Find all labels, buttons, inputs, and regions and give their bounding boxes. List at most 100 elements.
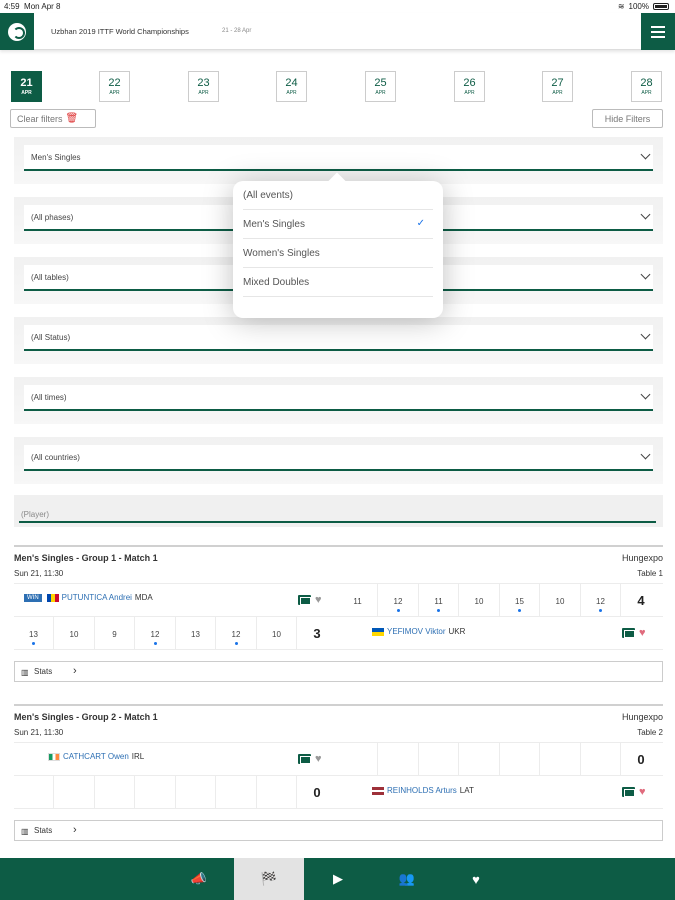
empty-score-cell [14,776,54,808]
day-tab-21[interactable]: 21 APR [11,71,42,102]
player-country: MDA [134,593,153,602]
h2h-card-icon[interactable] [298,595,311,605]
hamburger-menu-icon[interactable] [641,13,675,50]
empty-score-cell [257,776,297,808]
wifi-icon: ≋ [617,2,625,11]
game-score-cell: 10 [541,584,581,616]
heart-icon[interactable]: ♥ [441,858,511,900]
day-month: APR [552,90,563,96]
player-search-input[interactable]: (Player) [19,501,656,523]
h2h-card-icon[interactable] [622,787,635,797]
play-icon[interactable]: ▶ [303,858,373,900]
game-score-cell: 13 [176,617,216,649]
divider [14,808,663,809]
game-score: 13 [191,630,200,639]
set-total: 4 [637,593,645,608]
player-filter-row: (Player) [14,495,663,527]
match-time: Sun 21, 11:30 [14,569,64,578]
dropdown-option-womens-singles[interactable]: Women's Singles [243,239,433,268]
countries-select[interactable]: (All countries) [24,445,653,471]
day-month: APR [286,90,297,96]
day-number: 23 [197,77,210,89]
favorite-heart-icon[interactable]: ♥ [315,595,322,606]
dropdown-option-mixed-doubles[interactable]: Mixed Doubles [243,268,433,297]
bar-chart-icon: ▥ [21,827,29,836]
set-total: 0 [313,785,321,800]
match2-player1[interactable]: CATHCART Owen IRL [48,752,144,761]
dropdown-option-all-events[interactable]: (All events) [243,181,433,210]
game-score-cell: 13 [14,617,54,649]
match1-player1[interactable]: WIN PUTUNTICA Andrei MDA [24,593,153,602]
hide-filters-button[interactable]: Hide Filters [592,109,663,128]
stats-button[interactable]: ▥ Stats › [14,820,663,841]
player-name[interactable]: CATHCART Owen [63,752,129,761]
day-tab-23[interactable]: 23 APR [188,71,219,102]
game-score-cell: 10 [55,617,95,649]
empty-score-cell [460,743,500,775]
day-tab-22[interactable]: 22 APR [99,71,130,102]
game-score-cell: 15 [500,584,540,616]
game-score: 12 [150,630,160,639]
day-tab-27[interactable]: 27 APR [542,71,573,102]
dropdown-option-mens-singles[interactable]: Men's Singles ✓ [243,210,433,239]
ukraine-flag-icon [372,627,384,636]
empty-score-cell [217,776,257,808]
empty-score-cell [55,776,95,808]
clear-filters-button[interactable]: Clear filters 🗑 [10,109,96,128]
game-score: 12 [393,597,403,606]
favorite-heart-icon[interactable]: ♥ [315,754,322,765]
game-score: 10 [272,630,281,639]
times-select[interactable]: (All times) [24,385,653,411]
empty-score-cell [338,743,378,775]
status-bar: 4:59 Mon Apr 8 ≋ 100% [0,0,675,13]
bottom-navigation: 📣 🏁 ▶ 👥 ♥ [0,858,675,900]
game-score-cell: 11 [419,584,459,616]
day-number: 26 [463,77,476,89]
game-won-dot [599,609,602,612]
h2h-card-icon[interactable] [622,628,635,638]
table-tennis-ball-icon [8,22,26,41]
bar-chart-icon: ▥ [21,668,29,677]
favorite-heart-icon[interactable]: ♥ [639,628,646,639]
empty-score-cell [95,776,135,808]
game-score: 12 [231,630,241,639]
flags-icon[interactable]: 🏁 [234,858,304,900]
match2-player2[interactable]: REINHOLDS Arturs LAT [372,786,474,795]
event-select[interactable]: Men's Singles [24,145,653,171]
chevron-down-icon [640,209,651,220]
player-name[interactable]: REINHOLDS Arturs [387,786,457,795]
players-icon[interactable]: 👥 [372,858,442,900]
game-score: 9 [112,630,117,639]
day-month: APR [464,90,475,96]
set-total: 3 [313,626,321,641]
status-select[interactable]: (All Status) [24,325,653,351]
day-number: 21 [20,77,33,89]
day-tab-28[interactable]: 28 APR [631,71,662,102]
match-time: Sun 21, 11:30 [14,728,64,737]
date-selector: 21 APR 22 APR 23 APR 24 APR 25 APR 26 APR 27 APR 28 APR [0,71,675,103]
day-tab-26[interactable]: 26 APR [454,71,485,102]
player-name[interactable]: YEFIMOV Viktor [387,627,446,636]
chevron-down-icon [640,389,651,400]
stats-button[interactable]: ▥ Stats › [14,661,663,682]
clear-filters-label: Clear filters [17,113,63,124]
match1-player2[interactable]: YEFIMOV Viktor UKR [372,627,465,636]
day-tab-25[interactable]: 25 APR [365,71,396,102]
day-month: APR [109,90,120,96]
match-venue: Hungexpo [621,712,663,722]
favorite-heart-icon[interactable]: ♥ [639,787,646,798]
player-country: LAT [459,786,474,795]
h2h-card-icon[interactable] [298,754,311,764]
trash-icon: 🗑 [65,113,79,124]
app-header: Uzbhan 2019 ITTF World Championships 21 … [0,13,675,50]
empty-score-cell [581,743,621,775]
match-title: Men's Singles - Group 2 - Match 1 [14,712,158,722]
player-country: IRL [131,752,145,761]
chevron-down-icon [640,269,651,280]
day-number: 22 [108,77,121,89]
player-name[interactable]: PUTUNTICA Andrei [62,593,132,602]
day-tab-24[interactable]: 24 APR [276,71,307,102]
day-number: 24 [285,77,298,89]
megaphone-icon[interactable]: 📣 [164,858,234,900]
app-logo[interactable] [0,13,34,50]
